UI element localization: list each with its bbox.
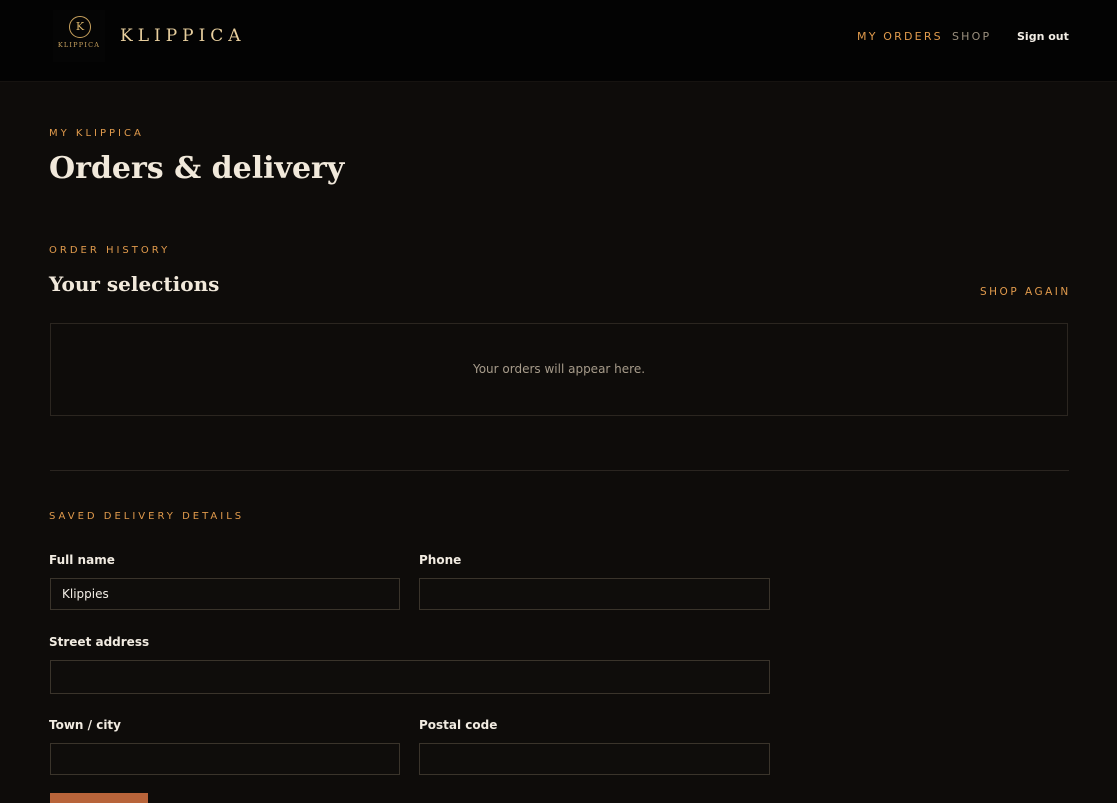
phone-label: Phone <box>419 553 462 567</box>
shop-again-link[interactable]: SHOP AGAIN <box>980 286 1071 298</box>
page-eyebrow: MY KLIPPICA <box>49 128 144 139</box>
town-city-label: Town / city <box>49 718 121 732</box>
sign-out-link[interactable]: Sign out <box>1017 30 1069 43</box>
order-history-panel: Your orders will appear here. <box>50 323 1068 416</box>
your-selections-title: Your selections <box>49 272 220 296</box>
brand-name[interactable]: KLIPPICA <box>120 26 246 46</box>
klippica-logo[interactable]: K KLIPPICA <box>53 10 105 62</box>
order-history-eyebrow: ORDER HISTORY <box>49 245 171 256</box>
town-city-input[interactable] <box>50 743 400 775</box>
nav-shop[interactable]: SHOP <box>952 30 991 43</box>
section-divider <box>50 470 1069 471</box>
street-address-label: Street address <box>49 635 150 649</box>
postal-code-input[interactable] <box>419 743 770 775</box>
saved-delivery-eyebrow: SAVED DELIVERY DETAILS <box>49 511 245 522</box>
top-navigation: K KLIPPICA KLIPPICA MY ORDERS SHOP Sign … <box>0 0 1117 82</box>
phone-input[interactable] <box>419 578 770 610</box>
orders-empty-message: Your orders will appear here. <box>472 362 646 376</box>
page-title: Orders & delivery <box>49 151 345 186</box>
postal-code-label: Postal code <box>419 718 498 732</box>
nav-my-orders[interactable]: MY ORDERS <box>857 30 943 43</box>
save-delivery-button[interactable] <box>50 793 148 803</box>
logo-wordmark: KLIPPICA <box>57 41 101 49</box>
street-address-input[interactable] <box>50 660 770 694</box>
full-name-input[interactable] <box>50 578 400 610</box>
full-name-label: Full name <box>49 553 115 567</box>
logo-monogram: K <box>69 16 91 38</box>
